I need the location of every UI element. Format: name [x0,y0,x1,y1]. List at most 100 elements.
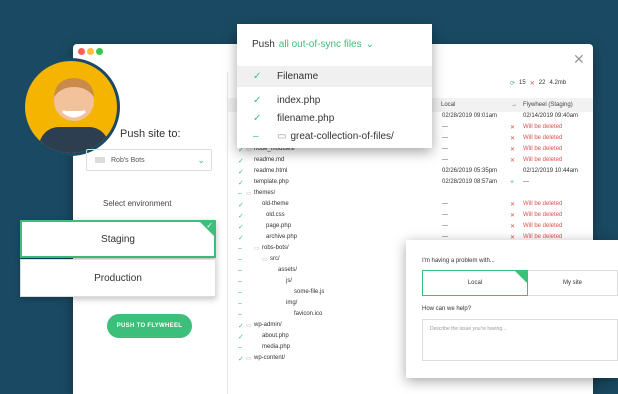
environment-label-production: Production [94,272,142,284]
dropdown-item-label: filename.php [277,113,335,124]
dropdown-item[interactable]: – ▭ great-collection-of-files/ [237,126,432,147]
sync-stats: ⟳ 15 ✕ 22 4.2mb [510,80,566,87]
row-remote: Will be deleted [523,124,563,130]
row-check-icon[interactable]: ✓ [238,333,244,341]
delete-icon: ✕ [529,81,535,87]
row-check-icon[interactable]: ✓ [238,201,244,209]
table-row[interactable]: ✓ readme.md --- ✕ Will be deleted [228,156,593,167]
row-check-icon[interactable]: – [238,300,242,307]
selected-corner [515,271,527,283]
row-check-icon[interactable]: ✓ [238,212,244,220]
dropdown-prefix: Push [252,38,275,50]
row-filename: wp-content/ [254,355,286,361]
check-icon: ✓ [253,113,262,124]
sync-icon: ⟳ [510,81,516,87]
partial-check-icon: – [253,131,259,142]
row-local: --- [442,212,448,218]
row-local: --- [442,124,448,130]
row-local: --- [442,157,448,163]
folder-icon: ▭ [262,257,268,263]
row-check-icon[interactable]: ✓ [238,168,244,176]
help-option-my-site[interactable]: My site [528,270,618,296]
help-textarea[interactable]: Describe the issue you're having... [422,319,618,361]
table-row[interactable]: ✓ page.php --- ✕ Will be deleted [228,222,593,233]
row-check-icon[interactable]: – [238,267,242,274]
row-local: 02/28/2019 08:57am [442,179,498,185]
row-filename: page.php [266,223,292,229]
row-check-icon[interactable]: – [238,245,242,252]
row-local: 02/28/2019 09:01am [442,113,498,119]
row-remote: --- [523,179,529,185]
help-option-label: Local [467,280,483,286]
dropdown-filter: all out-of-sync files [278,38,362,50]
table-row[interactable]: ✓ readme.html 02/26/2019 05:35pm 02/12/2019… [228,167,593,178]
row-remote: Will be deleted [523,146,563,152]
row-local: 02/26/2019 05:35pm [442,168,498,174]
push-to-flywheel-button[interactable]: PUSH TO FLYWHEEL [107,314,192,338]
row-check-icon[interactable]: ✓ [238,234,244,242]
row-filename: favicon.ico [294,311,323,317]
row-filename: wp-admin/ [254,322,282,328]
dropdown-header[interactable]: Push all out-of-sync files ⌄ [237,24,432,64]
row-check-icon[interactable]: ✓ [238,322,244,330]
row-local: --- [442,135,448,141]
row-check-icon[interactable]: – [238,278,242,285]
row-remote: Will be deleted [523,201,563,207]
row-filename: js/ [286,278,292,284]
column-local: Local [441,102,456,108]
avatar [22,58,120,156]
site-select[interactable]: Rob's Bots ⌄ [86,149,212,171]
window-minimize-dot[interactable] [87,48,94,55]
push-filter-dropdown: Push all out-of-sync files ⌄ ✓ Filename … [237,24,432,148]
row-remote: Will be deleted [523,223,563,229]
row-filename: old-theme [262,201,289,207]
table-row[interactable]: ✓ old-theme --- ✕ Will be deleted [228,200,593,211]
help-option-label: My site [562,280,582,286]
delete-icon: ✕ [510,202,516,208]
sync-count: 15 [519,80,526,86]
row-check-icon[interactable]: ✓ [238,355,244,363]
help-option-local[interactable]: Local [422,270,528,296]
column-remote: Flywheel (Staging) [523,102,573,108]
table-row[interactable]: ✓ template.php 02/28/2019 08:57am + --- [228,178,593,189]
row-check-icon[interactable]: – [238,256,242,263]
row-filename: some-file.js [294,289,325,295]
row-check-icon[interactable]: – [238,311,242,318]
row-filename: old.css [266,212,285,218]
row-check-icon[interactable]: ✓ [238,179,244,187]
row-local: --- [442,201,448,207]
row-check-icon[interactable]: ✓ [238,223,244,231]
row-filename: src/ [270,256,280,262]
help-question-2: How can we help? [422,306,472,312]
row-check-icon[interactable]: – [238,344,242,351]
row-filename: robs-bots/ [262,245,289,251]
environment-option-staging[interactable]: Staging ✓ [20,220,216,258]
row-check-icon[interactable]: ✓ [238,157,244,165]
row-filename: archive.php [266,234,298,240]
row-remote: Will be deleted [523,157,563,163]
help-question: I'm having a problem with... [422,258,495,264]
row-check-icon[interactable]: – [238,190,242,197]
close-icon[interactable]: ✕ [573,52,585,66]
dropdown-header-label: Filename [277,71,319,82]
chevron-down-icon: ⌄ [197,154,205,165]
table-row[interactable]: ✓ old.css --- ✕ Will be deleted [228,211,593,222]
chevron-down-icon: ⌄ [365,38,374,50]
window-close-dot[interactable] [78,48,85,55]
delete-icon: ✕ [510,213,516,219]
row-check-icon[interactable]: – [238,289,242,296]
folder-icon: ▭ [246,191,252,197]
check-icon: ✓ [253,95,262,106]
site-select-value: Rob's Bots [111,156,145,164]
push-site-title: Push site to: [120,128,181,140]
dropdown-filename-header[interactable]: ✓ Filename [237,66,432,87]
row-remote: 02/14/2019 09:40am [523,113,579,119]
environment-option-production[interactable]: Production [20,259,216,297]
window-maximize-dot[interactable] [96,48,103,55]
row-filename: about.php [262,333,289,339]
table-row[interactable]: – themes/▭ [228,189,593,200]
row-remote: Will be deleted [523,135,563,141]
delete-icon: ✕ [510,125,516,131]
check-icon: ✓ [206,221,213,230]
dropdown-item-label: great-collection-of-files/ [290,131,394,142]
